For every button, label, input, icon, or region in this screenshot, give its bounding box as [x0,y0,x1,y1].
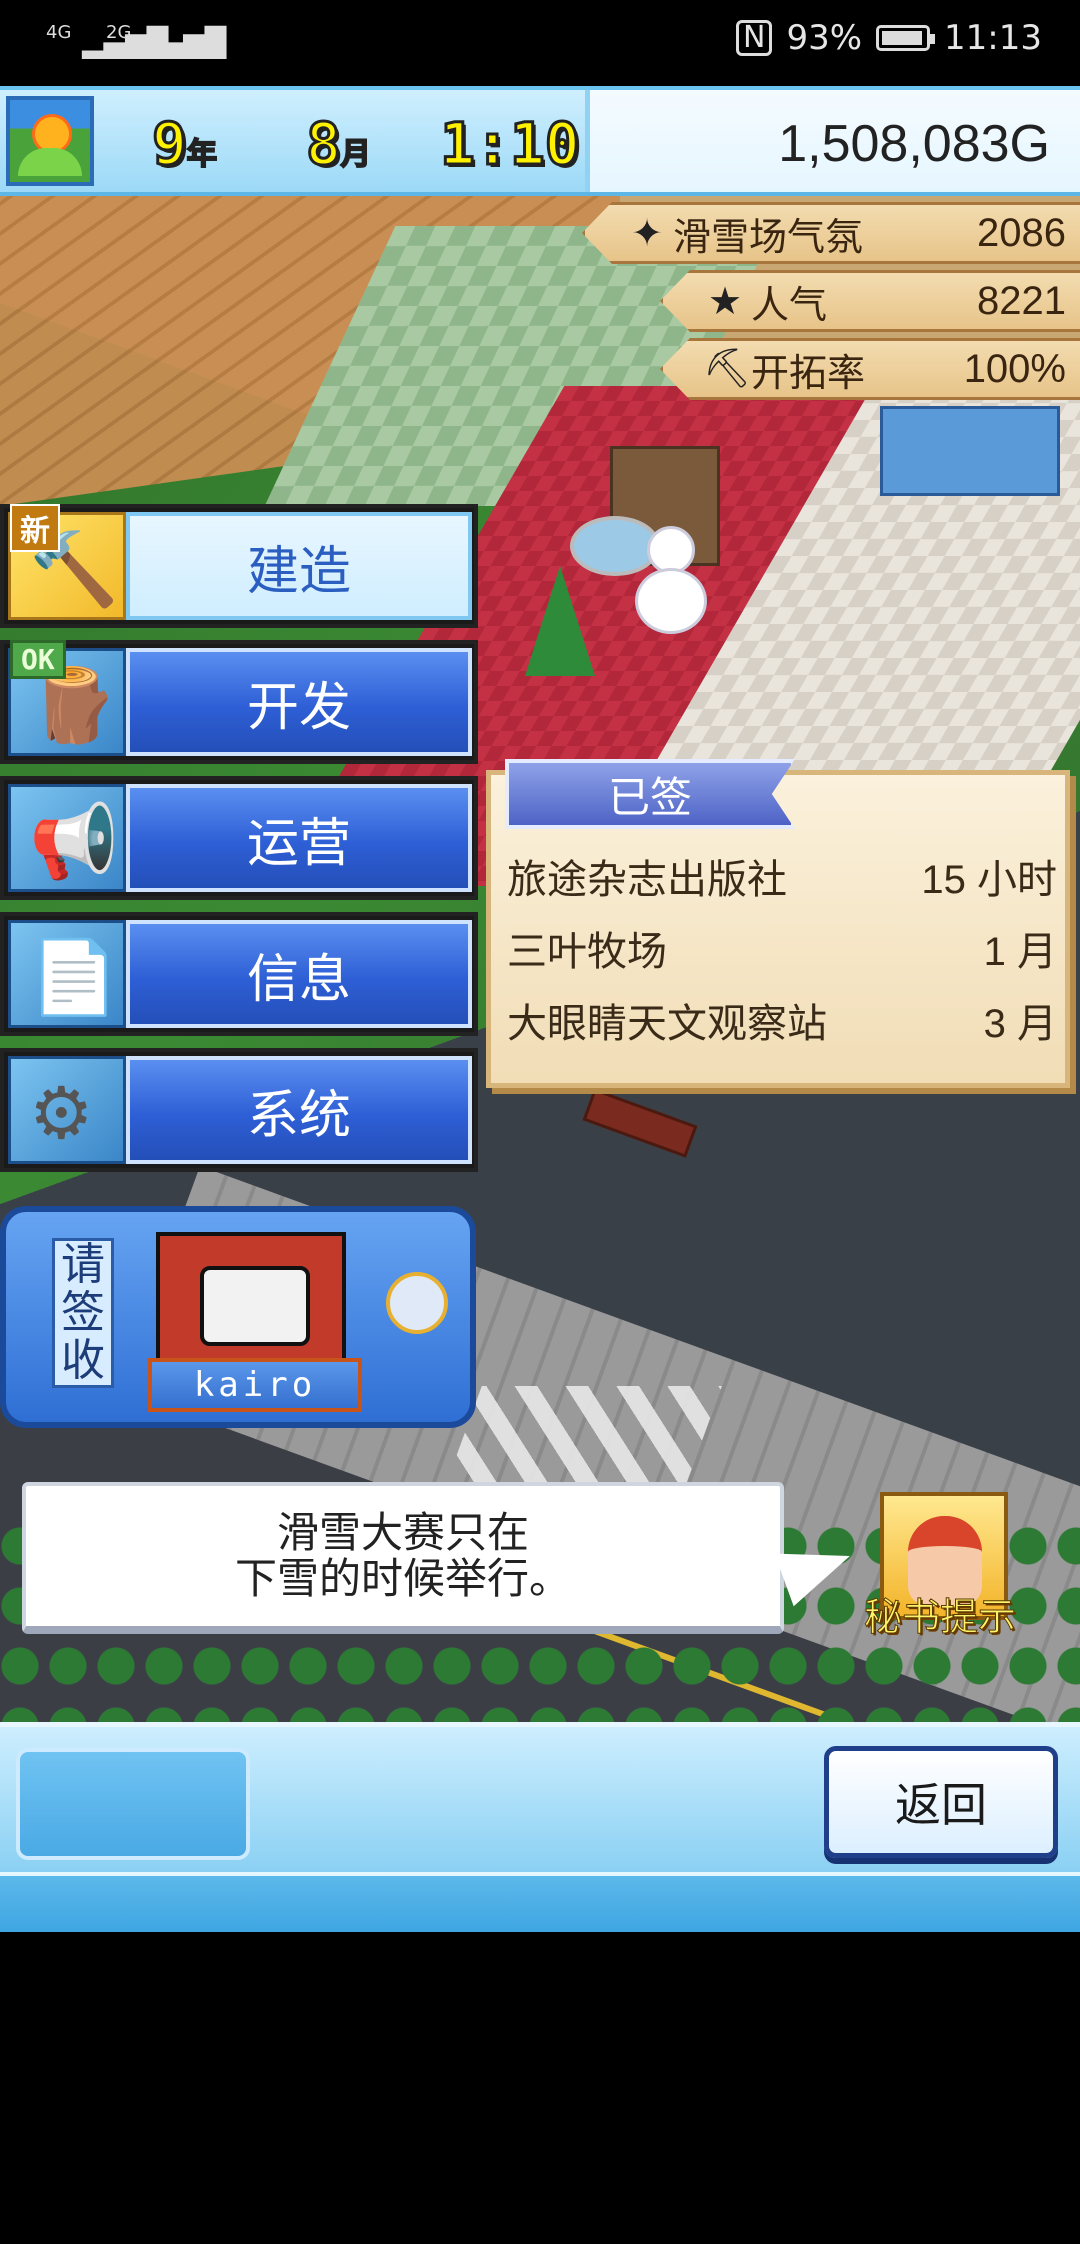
menu-operate-label: 运营 [126,784,472,892]
blank-button[interactable] [16,1748,250,1860]
document-glyph: 📄 [29,935,119,1019]
date-year: 9年 [151,109,218,180]
stat-atmosphere: ✦ 滑雪场气氛 2086 [582,202,1080,264]
month-value: 8 [305,109,343,180]
stat-development: ⛏ 开拓率 100% [660,338,1080,400]
bottom-strip [0,1872,1080,1932]
gear-glyph: ⚙ [29,1071,94,1155]
money: 1,508,083G [778,115,1050,173]
signal-bars-icon-2: ▂▄▆█ [140,26,227,59]
bench[interactable] [582,1088,698,1158]
contract-name: 三叶牧场 [507,930,667,974]
document-icon: 📄 [8,920,126,1028]
contract-duration: 15 小时 [921,858,1057,902]
menu-build-button[interactable]: 🔨 新 建造 [0,504,478,628]
date-month: 8月 [305,109,372,180]
pickaxe-icon: ⛏ [703,348,752,390]
mail-sign-char: 收 [61,1336,105,1385]
kairo-plate: kairo [148,1358,362,1412]
mail-sign-char: 签 [61,1288,105,1337]
star-icon: ★ [707,280,743,323]
kairo-mascot-icon [156,1232,346,1362]
new-badge: 新 [10,504,60,552]
contract-row: 三叶牧场 1 月 [507,919,1057,977]
stat-value: 2086 [977,210,1066,255]
menu-develop-button[interactable]: 🪵 OK 开发 [0,640,478,764]
megaphone-icon: 📢 [8,784,126,892]
battery-icon [876,25,936,51]
menu-info-button[interactable]: 📄 信息 [0,912,478,1036]
year-value: 9 [151,109,189,180]
menu-operate-button[interactable]: 📢 运营 [0,776,478,900]
nfc-icon: N [735,20,773,56]
kairo-face [200,1266,310,1346]
mail-sign: 请 签 收 [52,1238,114,1388]
contract-row: 大眼睛天文观察站 3 月 [507,991,1057,1049]
contract-name: 大眼睛天文观察站 [507,1002,827,1046]
menu-develop-label: 开发 [126,648,472,756]
mail-receive-button[interactable]: 请 签 收 kairo [0,1206,476,1428]
tip-bubble[interactable]: 滑雪大赛只在 下雪的时候举行。 [22,1482,784,1634]
stat-label: 人气 [751,284,828,327]
menu-system-label: 系统 [126,1056,472,1164]
contract-duration: 3 月 [983,1002,1057,1046]
stat-value: 100% [963,346,1066,391]
top-hud: 9年 8月 1:10 1,508,083G [0,86,1080,196]
month-unit: 月 [340,136,372,173]
megaphone-glyph: 📢 [29,799,119,883]
contract-panel[interactable]: 已签 旅途杂志出版社 15 小时 三叶牧场 1 月 大眼睛天文观察站 3 月 [486,759,1070,1088]
game-clock: 1:10 [439,109,582,180]
sparkle-icon: ✦ [631,212,663,255]
christmas-tree[interactable] [525,566,595,706]
battery-percent: 93% [786,18,863,58]
menu-info-label: 信息 [126,920,472,1028]
contract-tab[interactable]: 已签 [505,759,795,829]
snowman[interactable] [635,526,707,634]
tip-line-1: 滑雪大赛只在 [276,1509,529,1556]
mail-sign-char: 请 [61,1240,105,1289]
resort-logo-icon[interactable] [6,96,94,186]
status-bar: 4G ▂▄▆█ 2G ▂▄▆█ N 93% 11:13 [0,0,1080,86]
menu-build-label: 建造 [126,512,472,620]
stat-value: 8221 [977,278,1066,323]
contract-name: 旅途杂志出版社 [507,858,787,902]
clock-value: 1:10 [439,109,582,180]
alarm-clock-icon [386,1272,448,1334]
signal-2g: 2G [106,22,132,43]
hill-icon [18,148,82,176]
stat-popularity: ★ 人气 8221 [660,270,1080,332]
stat-label: 滑雪场气氛 [673,216,864,259]
contract-row: 旅途杂志出版社 15 小时 [507,847,1057,905]
clock: 11:13 [944,18,1042,58]
stat-label: 开拓率 [751,352,866,395]
ok-badge: OK [10,640,66,679]
lodge-building[interactable] [880,406,1060,496]
tip-line-2: 下雪的时候举行。 [234,1555,571,1602]
signal-4g: 4G [46,22,72,43]
back-button[interactable]: 返回 [824,1746,1058,1858]
contract-duration: 1 月 [983,930,1057,974]
secretary-label: 秘书提示 [863,1597,1017,1640]
year-unit: 年 [186,136,218,173]
menu-system-button[interactable]: ⚙ 系统 [0,1048,478,1172]
gear-icon: ⚙ [8,1056,126,1164]
